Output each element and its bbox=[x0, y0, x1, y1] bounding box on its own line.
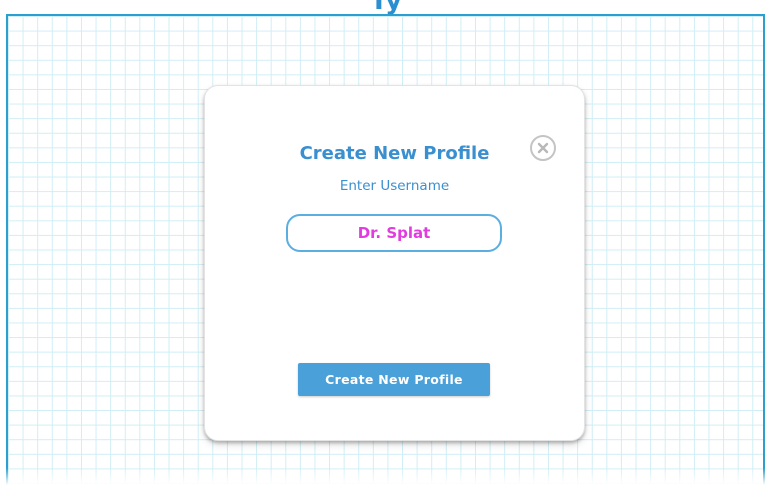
create-new-profile-button[interactable]: Create New Profile bbox=[298, 363, 490, 396]
dialog-title: Create New Profile bbox=[299, 143, 490, 164]
header-title-cropped: Ty bbox=[370, 0, 403, 14]
username-prompt-label: Enter Username bbox=[339, 178, 450, 194]
background-bottom-fade bbox=[6, 468, 765, 485]
top-header-strip: Ty bbox=[0, 0, 765, 14]
username-input[interactable] bbox=[286, 214, 502, 252]
close-button[interactable] bbox=[530, 135, 556, 161]
create-profile-dialog: Create New Profile Enter Username Create… bbox=[204, 85, 585, 441]
close-icon bbox=[537, 142, 549, 154]
